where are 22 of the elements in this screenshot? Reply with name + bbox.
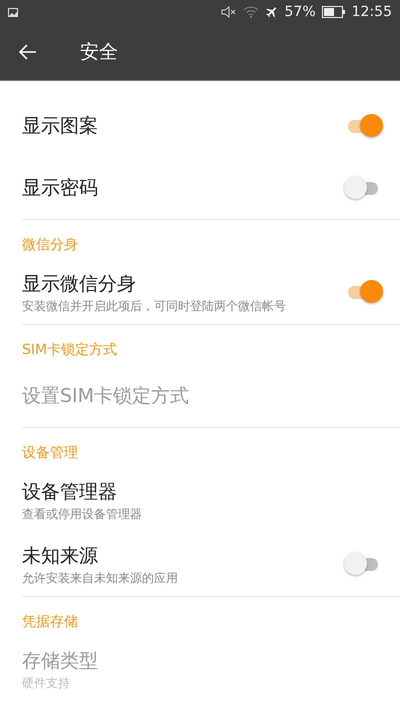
battery-icon (322, 6, 346, 18)
image-icon (8, 8, 18, 16)
battery-percent: 57% (284, 4, 316, 20)
setting-title[interactable]: 未知来源 (22, 542, 294, 569)
section-header: 设备管理 (22, 444, 79, 463)
setting-summary: 查看或停用设备管理器 (22, 506, 143, 522)
setting-summary: 允许安装来自未知来源的应用 (22, 570, 179, 586)
section-header: SIM卡锁定方式 (22, 341, 118, 360)
airplane-icon (264, 5, 279, 19)
setting-title[interactable]: 显示图案 (22, 113, 294, 139)
section-header: 凭据存储 (22, 613, 79, 632)
clock-time: 12:55 (352, 4, 392, 20)
setting-title[interactable]: 显示密码 (22, 175, 294, 201)
section-header: 微信分身 (22, 236, 79, 255)
setting-title[interactable]: 显示微信分身 (22, 270, 294, 297)
setting-summary: 硬件支持 (22, 676, 71, 690)
setting-title[interactable]: 设备管理器 (22, 478, 328, 505)
setting-summary: 安装微信并开启此项后，可同时登陆两个微信帐号 (22, 298, 287, 314)
back-arrow-icon (19, 44, 37, 60)
wifi-icon (242, 6, 259, 18)
mute-icon (220, 6, 237, 18)
page-title: 安全 (80, 40, 118, 65)
